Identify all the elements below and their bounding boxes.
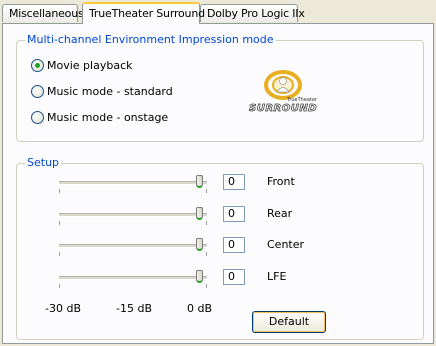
radio-button[interactable] — [31, 59, 44, 72]
front-slider[interactable] — [59, 175, 207, 193]
scale-min-label: -30 dB — [45, 302, 81, 315]
center-slider[interactable] — [59, 238, 207, 256]
default-button[interactable]: Default — [252, 311, 326, 333]
tab-miscellaneous[interactable]: Miscellaneous — [2, 4, 84, 22]
tab-truetheater-surround[interactable]: TrueTheater Surround — [82, 2, 205, 24]
slider-track — [59, 213, 207, 217]
truetheater-surround-logo: TrueTheater SURROUND — [249, 70, 318, 114]
setup-group: Setup 0 Front 0 Rear 0 Center 0 LFE -30 … — [16, 156, 424, 340]
rear-slider[interactable] — [59, 207, 207, 225]
slider-thumb[interactable] — [196, 270, 203, 283]
rear-label: Rear — [267, 207, 293, 220]
environment-group-title: Multi-channel Environment Impression mod… — [25, 33, 276, 46]
slider-tick — [206, 189, 207, 193]
tab-dolby-pro-logic[interactable]: Dolby Pro Logic IIx — [200, 4, 305, 22]
environment-group: Multi-channel Environment Impression mod… — [16, 33, 424, 142]
tab-panel: Multi-channel Environment Impression mod… — [2, 23, 434, 344]
radio-button[interactable] — [31, 85, 44, 98]
slider-track — [59, 244, 207, 248]
slider-tick — [206, 252, 207, 256]
radio-label: Music mode - standard — [47, 85, 173, 98]
center-value-box: 0 — [223, 237, 245, 253]
setup-group-title: Setup — [25, 156, 62, 169]
slider-thumb[interactable] — [196, 175, 203, 188]
slider-track — [59, 276, 207, 280]
logo-main-text: SURROUND — [249, 103, 317, 114]
slider-track — [59, 181, 207, 185]
lfe-slider[interactable] — [59, 270, 207, 288]
radio-button[interactable] — [31, 111, 44, 124]
center-label: Center — [267, 238, 305, 251]
slider-tick — [206, 284, 207, 288]
front-label: Front — [267, 175, 295, 188]
scale-max-label: 0 dB — [187, 302, 213, 315]
lfe-value-box: 0 — [223, 269, 245, 285]
slider-tick — [59, 221, 60, 225]
tab-strip: Miscellaneous TrueTheater Surround Dolby… — [0, 0, 436, 24]
slider-tick — [206, 221, 207, 225]
front-value-box: 0 — [223, 174, 245, 190]
slider-tick — [59, 189, 60, 193]
slider-thumb[interactable] — [196, 207, 203, 220]
radio-label: Movie playback — [47, 59, 133, 72]
slider-tick — [59, 252, 60, 256]
radio-label: Music mode - onstage — [47, 111, 169, 124]
scale-mid-label: -15 dB — [116, 302, 152, 315]
lfe-label: LFE — [267, 270, 287, 283]
slider-tick — [59, 284, 60, 288]
slider-thumb[interactable] — [196, 238, 203, 251]
rear-value-box: 0 — [223, 206, 245, 222]
